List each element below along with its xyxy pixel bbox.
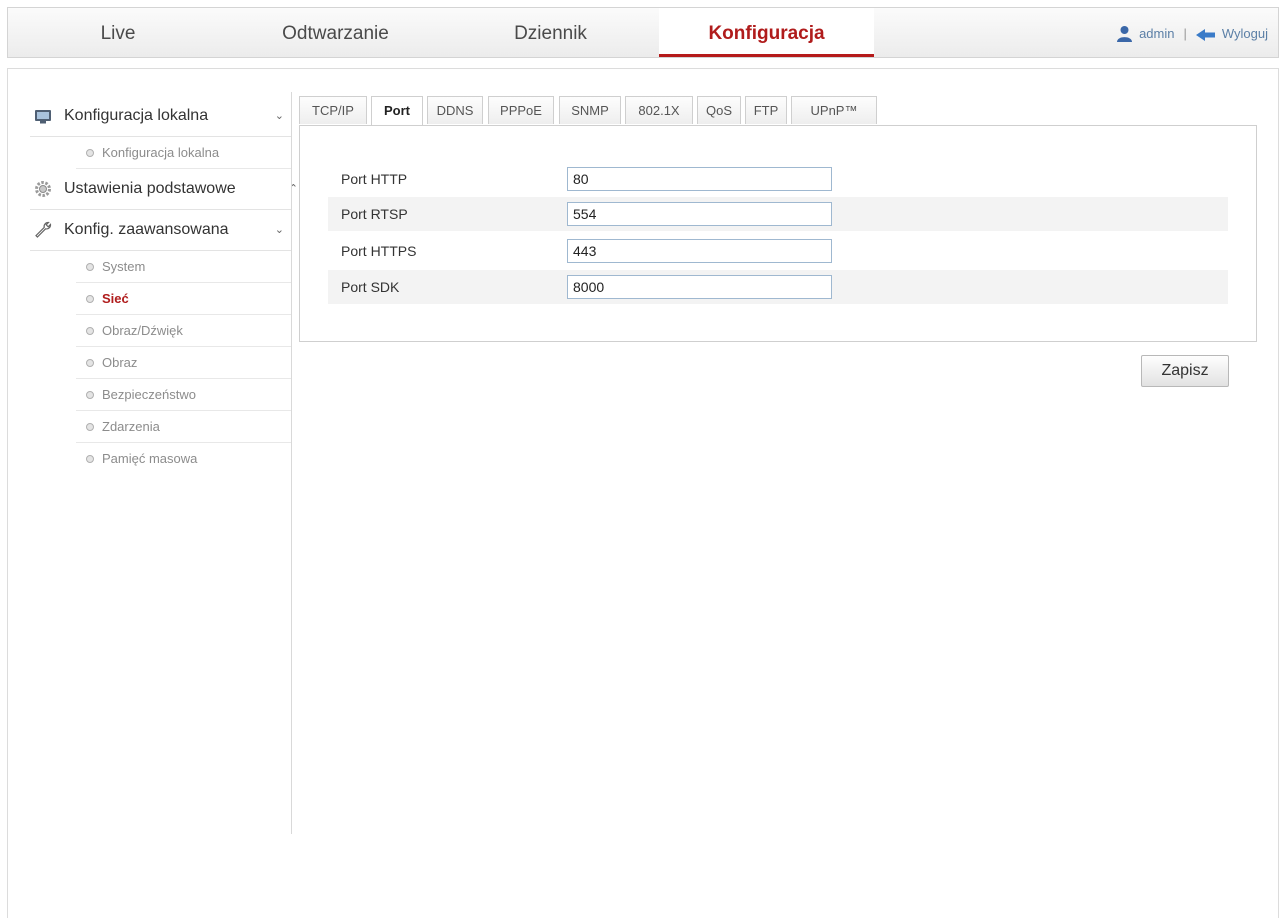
sidebar-section-label: Konfiguracja lokalna xyxy=(64,107,209,124)
nav-tab-configuration[interactable]: Konfiguracja xyxy=(659,8,874,57)
sidebar-item-system[interactable]: System xyxy=(76,251,292,283)
bullet-icon xyxy=(86,149,94,157)
gear-icon xyxy=(35,181,51,197)
bullet-icon xyxy=(86,263,94,271)
top-navigation-bar: Live Odtwarzanie Dziennik Konfiguracja a… xyxy=(7,7,1279,58)
tab-snmp[interactable]: SNMP xyxy=(559,96,621,124)
http-port-input[interactable] xyxy=(567,167,832,191)
nav-tab-live[interactable]: Live xyxy=(8,8,228,57)
sidebar-item-label: Zdarzenia xyxy=(102,419,160,434)
user-icon xyxy=(1117,26,1133,42)
user-area: admin | Wyloguj xyxy=(1116,8,1268,57)
sidebar-section-local-config[interactable]: Konfiguracja lokalna ⌄ xyxy=(30,96,292,137)
tab-ftp[interactable]: FTP xyxy=(745,96,787,124)
bullet-icon xyxy=(86,423,94,431)
sidebar-section-advanced-config[interactable]: Konfig. zaawansowana ⌄ xyxy=(30,210,292,251)
bullet-icon xyxy=(86,327,94,335)
sidebar-item-image[interactable]: Obraz xyxy=(76,347,292,379)
bullet-icon xyxy=(86,391,94,399)
sidebar-section-label: Ustawienia podstawowe xyxy=(64,180,236,197)
nav-tab-log[interactable]: Dziennik xyxy=(443,8,658,57)
tab-8021x[interactable]: 802.1X xyxy=(625,96,693,124)
tab-port[interactable]: Port xyxy=(371,96,423,126)
sidebar-item-label: Pamięć masowa xyxy=(102,451,198,466)
username-label: admin xyxy=(1139,26,1175,41)
logout-arrow-icon[interactable] xyxy=(1195,28,1216,42)
form-row-http-port: Port HTTP xyxy=(328,162,1228,196)
sidebar-item-label: Sieć xyxy=(102,291,129,306)
form-row-sdk-port: Port SDK xyxy=(328,270,1228,304)
monitor-icon xyxy=(35,110,51,124)
tab-pppoe[interactable]: PPPoE xyxy=(488,96,554,124)
https-port-label: Port HTTPS xyxy=(341,243,417,259)
bullet-icon xyxy=(86,295,94,303)
sidebar: Konfiguracja lokalna ⌄ Konfiguracja loka… xyxy=(30,96,298,474)
tab-qos[interactable]: QoS xyxy=(697,96,741,124)
sidebar-item-video-audio[interactable]: Obraz/Dźwięk xyxy=(76,315,292,347)
sidebar-item-local-config[interactable]: Konfiguracja lokalna xyxy=(76,137,292,169)
chevron-down-icon[interactable]: ⌄ xyxy=(275,96,284,136)
port-settings-panel: Port HTTP Port RTSP Port HTTPS Port SDK xyxy=(299,125,1257,342)
sidebar-item-storage[interactable]: Pamięć masowa xyxy=(76,443,292,474)
sidebar-item-label: Obraz/Dźwięk xyxy=(102,323,183,338)
user-separator: | xyxy=(1183,26,1187,41)
sidebar-item-label: System xyxy=(102,259,146,274)
rtsp-port-label: Port RTSP xyxy=(341,206,408,222)
sidebar-item-label: Konfiguracja lokalna xyxy=(102,145,220,160)
bullet-icon xyxy=(86,359,94,367)
sidebar-section-basic-settings[interactable]: Ustawienia podstawowe ⌃ xyxy=(30,169,298,210)
sdk-port-label: Port SDK xyxy=(341,279,400,295)
nav-tab-playback[interactable]: Odtwarzanie xyxy=(228,8,443,57)
sidebar-item-security[interactable]: Bezpieczeństwo xyxy=(76,379,292,411)
http-port-label: Port HTTP xyxy=(341,171,408,187)
rtsp-port-input[interactable] xyxy=(567,202,832,226)
sidebar-section-label: Konfig. zaawansowana xyxy=(64,221,229,238)
logout-link[interactable]: Wyloguj xyxy=(1222,26,1268,41)
https-port-input[interactable] xyxy=(567,239,832,263)
bullet-icon xyxy=(86,455,94,463)
wrench-icon xyxy=(35,221,52,238)
sidebar-item-label: Bezpieczeństwo xyxy=(102,387,196,402)
tab-tcpip[interactable]: TCP/IP xyxy=(299,96,367,124)
save-button[interactable]: Zapisz xyxy=(1141,355,1229,387)
sidebar-divider xyxy=(291,92,292,834)
tab-upnp[interactable]: UPnP™ xyxy=(791,96,877,124)
form-row-rtsp-port: Port RTSP xyxy=(328,197,1228,231)
sidebar-item-events[interactable]: Zdarzenia xyxy=(76,411,292,443)
chevron-down-icon[interactable]: ⌄ xyxy=(275,210,284,250)
form-row-https-port: Port HTTPS xyxy=(328,234,1228,268)
sidebar-item-network[interactable]: Sieć xyxy=(76,283,292,315)
tab-ddns[interactable]: DDNS xyxy=(427,96,483,124)
sdk-port-input[interactable] xyxy=(567,275,832,299)
sidebar-item-label: Obraz xyxy=(102,355,138,370)
